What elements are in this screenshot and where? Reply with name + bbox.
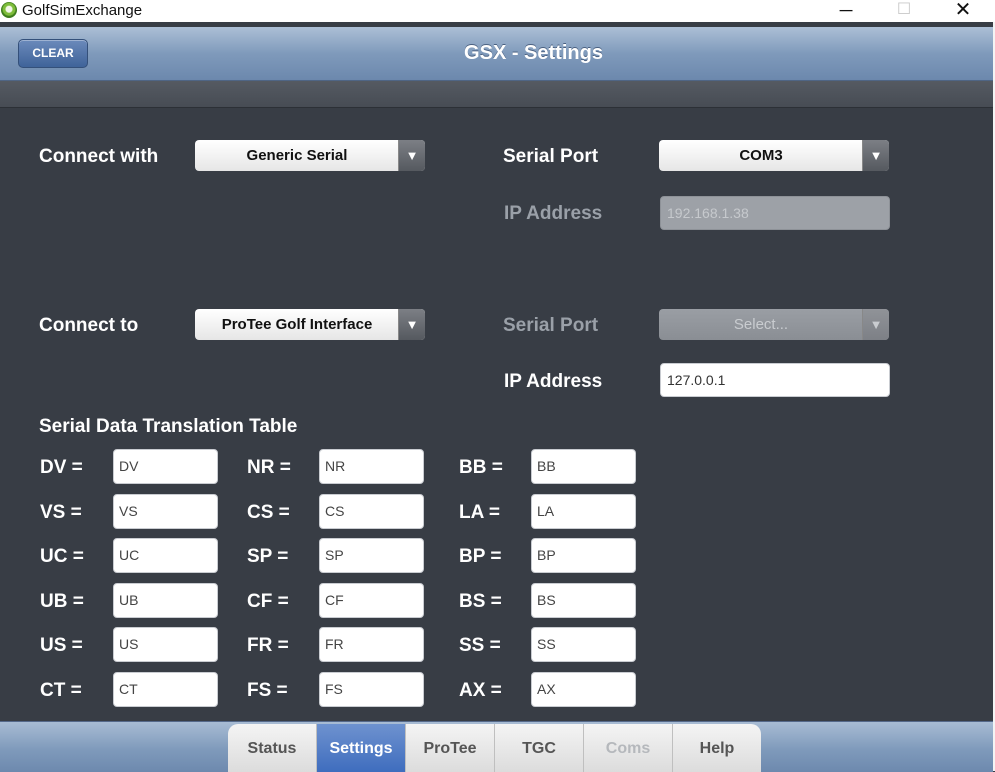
translation-input[interactable]: VS (113, 494, 218, 529)
app-logo-icon (1, 2, 17, 18)
translation-code-label: BS = (459, 591, 502, 612)
tab-help[interactable]: Help (673, 724, 761, 772)
tab-status[interactable]: Status (228, 724, 317, 772)
translation-input[interactable]: LA (531, 494, 636, 529)
connect-to-label: Connect to (39, 315, 139, 336)
translation-input[interactable]: FR (319, 627, 424, 662)
maximize-button[interactable]: ☐ (881, 0, 927, 22)
header-divider (0, 81, 993, 108)
chevron-down-icon[interactable]: ▼ (398, 140, 425, 171)
translation-input[interactable]: US (113, 627, 218, 662)
serial-port-value: COM3 (739, 147, 783, 164)
translation-code-label: BP = (459, 546, 502, 567)
connect-to-value: ProTee Golf Interface (221, 316, 373, 333)
translation-code-label: LA = (459, 502, 500, 523)
translation-input[interactable]: UB (113, 583, 218, 618)
translation-input[interactable]: DV (113, 449, 218, 484)
translation-code-label: DV = (40, 457, 83, 478)
chevron-down-icon[interactable]: ▼ (862, 140, 889, 171)
translation-code-label: FS = (247, 680, 288, 701)
connect-with-dropdown[interactable]: Generic Serial ▼ (195, 140, 425, 171)
ip-address-field[interactable]: 127.0.0.1 (660, 363, 890, 397)
app-header: GSX - Settings CLEAR (0, 27, 993, 81)
translation-code-label: AX = (459, 680, 502, 701)
translation-code-label: SS = (459, 635, 501, 656)
connect-to-dropdown[interactable]: ProTee Golf Interface ▼ (195, 309, 425, 340)
page-title: GSX - Settings (464, 42, 603, 64)
translation-code-label: CT = (40, 680, 82, 701)
translation-input[interactable]: UC (113, 538, 218, 573)
translation-input[interactable]: SS (531, 627, 636, 662)
translation-input[interactable]: NR (319, 449, 424, 484)
window-titlebar: GolfSimExchange ─ ☐ ✕ (0, 0, 995, 22)
bottom-tab-bar: Status Settings ProTee TGC Coms Help (0, 721, 993, 772)
serial-port-dropdown-disabled: Select... ▼ (659, 309, 889, 340)
translation-input[interactable]: BP (531, 538, 636, 573)
translation-code-label: US = (40, 635, 83, 656)
serial-port-label: Serial Port (503, 146, 599, 167)
translation-code-label: UB = (40, 591, 84, 612)
chevron-down-icon: ▼ (862, 309, 889, 340)
translation-code-label: CS = (247, 502, 290, 523)
translation-code-label: BB = (459, 457, 503, 478)
translation-code-label: CF = (247, 591, 289, 612)
translation-input[interactable]: BB (531, 449, 636, 484)
translation-input[interactable]: CS (319, 494, 424, 529)
window-title: GolfSimExchange (22, 2, 143, 19)
translation-code-label: FR = (247, 635, 289, 656)
translation-code-label: VS = (40, 502, 82, 523)
translation-input[interactable]: SP (319, 538, 424, 573)
tab-settings[interactable]: Settings (317, 724, 406, 772)
chevron-down-icon[interactable]: ▼ (398, 309, 425, 340)
translation-code-label: SP = (247, 546, 289, 567)
serial-port-placeholder: Select... (733, 316, 789, 333)
tab-protee[interactable]: ProTee (406, 724, 495, 772)
connect-with-value: Generic Serial (246, 147, 348, 164)
translation-input[interactable]: BS (531, 583, 636, 618)
ip-address-label-disabled: IP Address (504, 203, 603, 224)
ip-address-label: IP Address (504, 371, 603, 392)
ip-address-field-disabled: 192.168.1.38 (660, 196, 890, 230)
translation-input[interactable]: CT (113, 672, 218, 707)
minimize-button[interactable]: ─ (823, 0, 869, 22)
translation-table-title: Serial Data Translation Table (39, 416, 298, 437)
translation-input[interactable]: CF (319, 583, 424, 618)
translation-code-label: NR = (247, 457, 291, 478)
translation-code-label: UC = (40, 546, 84, 567)
tab-coms: Coms (584, 724, 673, 772)
translation-input[interactable]: AX (531, 672, 636, 707)
connect-with-label: Connect with (39, 146, 159, 167)
tab-tgc[interactable]: TGC (495, 724, 584, 772)
tab-group: Status Settings ProTee TGC Coms Help (228, 724, 761, 772)
translation-input[interactable]: FS (319, 672, 424, 707)
clear-button[interactable]: CLEAR (18, 39, 88, 68)
serial-port-label-disabled: Serial Port (503, 315, 599, 336)
close-button[interactable]: ✕ (940, 0, 986, 22)
serial-port-dropdown[interactable]: COM3 ▼ (659, 140, 889, 171)
